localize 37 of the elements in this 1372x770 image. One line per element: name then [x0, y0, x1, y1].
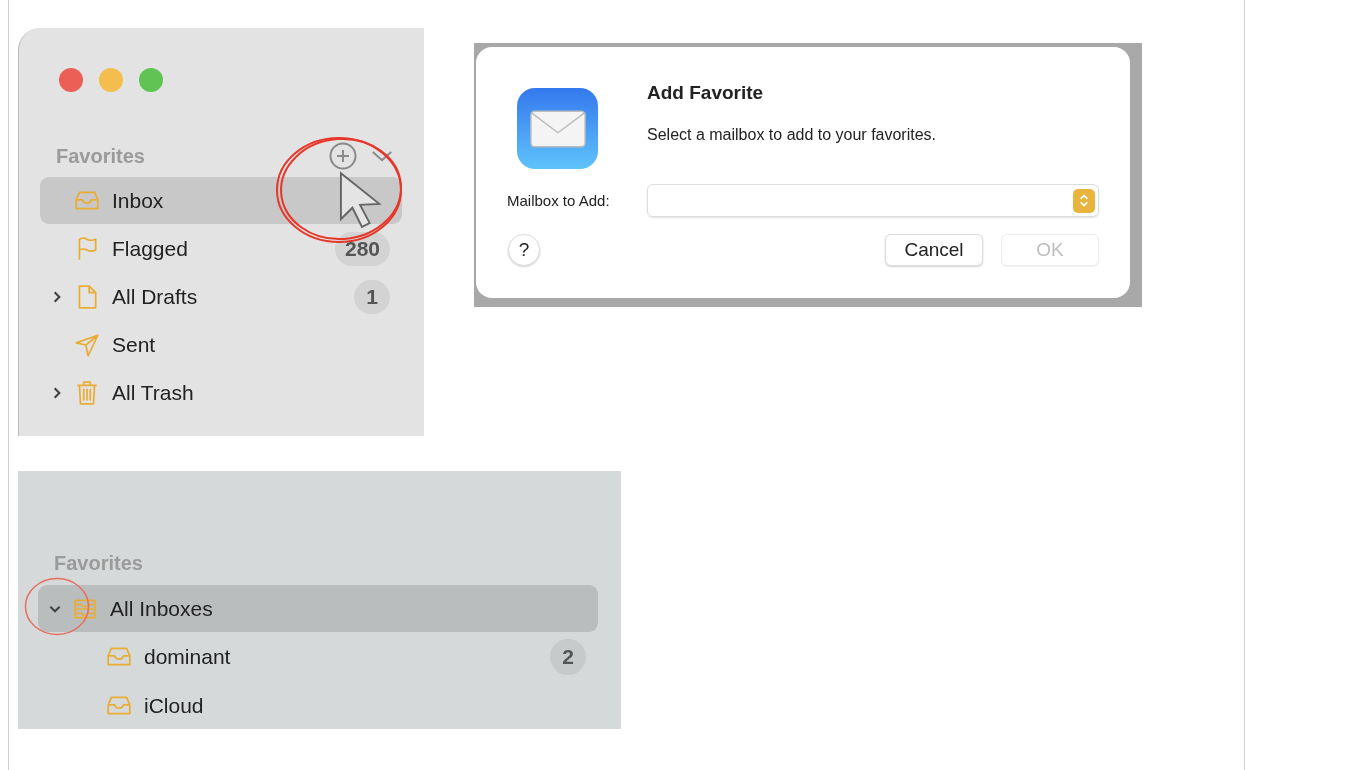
item-label: All Inboxes [110, 596, 214, 621]
chevron-down-icon[interactable] [371, 149, 393, 163]
dialog-message: Select a mailbox to add to your favorites. [647, 126, 937, 144]
annotation-circle [24, 577, 90, 636]
close-window-button[interactable] [59, 68, 83, 92]
trash-can-icon [74, 379, 100, 406]
pointer-cursor-icon [339, 171, 385, 231]
mail-app-icon [517, 88, 598, 169]
sidebar-item[interactable]: All Trash [40, 369, 402, 416]
sidebar-item[interactable]: Inbox [40, 177, 402, 224]
sidebar-item[interactable]: All Inboxes [38, 585, 598, 632]
dialog-button[interactable]: Cancel [885, 234, 983, 266]
item-label: Sent [112, 332, 157, 357]
sidebar-item[interactable]: Sent [40, 321, 402, 368]
item-label: All Drafts [112, 284, 199, 309]
mailbox-popup[interactable] [647, 184, 1099, 217]
item-label: dominant [144, 645, 232, 669]
sidebar-item[interactable]: All Drafts 1 [40, 273, 402, 320]
count-badge: 280 [334, 231, 390, 266]
sidebar-item[interactable]: Flagged 280 [40, 225, 402, 272]
zoom-window-button[interactable] [139, 68, 163, 92]
sidebar-item[interactable]: dominant 2 [38, 633, 598, 681]
sidebar-item[interactable]: iCloud [38, 682, 598, 730]
item-label: Flagged [112, 236, 189, 261]
stepper-icon [1073, 188, 1095, 213]
paper-plane-icon [74, 331, 100, 358]
help-button[interactable]: ? [508, 234, 540, 266]
section-header: Favorites [53, 552, 144, 575]
item-label: Inbox [112, 188, 165, 213]
item-label: All Trash [112, 380, 195, 405]
section-header: Favorites [56, 144, 145, 168]
item-label: iCloud [144, 694, 205, 718]
dialog-title: Add Favorite [647, 82, 765, 104]
count-badge: 1 [354, 279, 390, 314]
count-badge: 2 [550, 639, 586, 675]
add-icon[interactable] [329, 142, 357, 170]
field-label: Mailbox to Add: [507, 192, 611, 209]
